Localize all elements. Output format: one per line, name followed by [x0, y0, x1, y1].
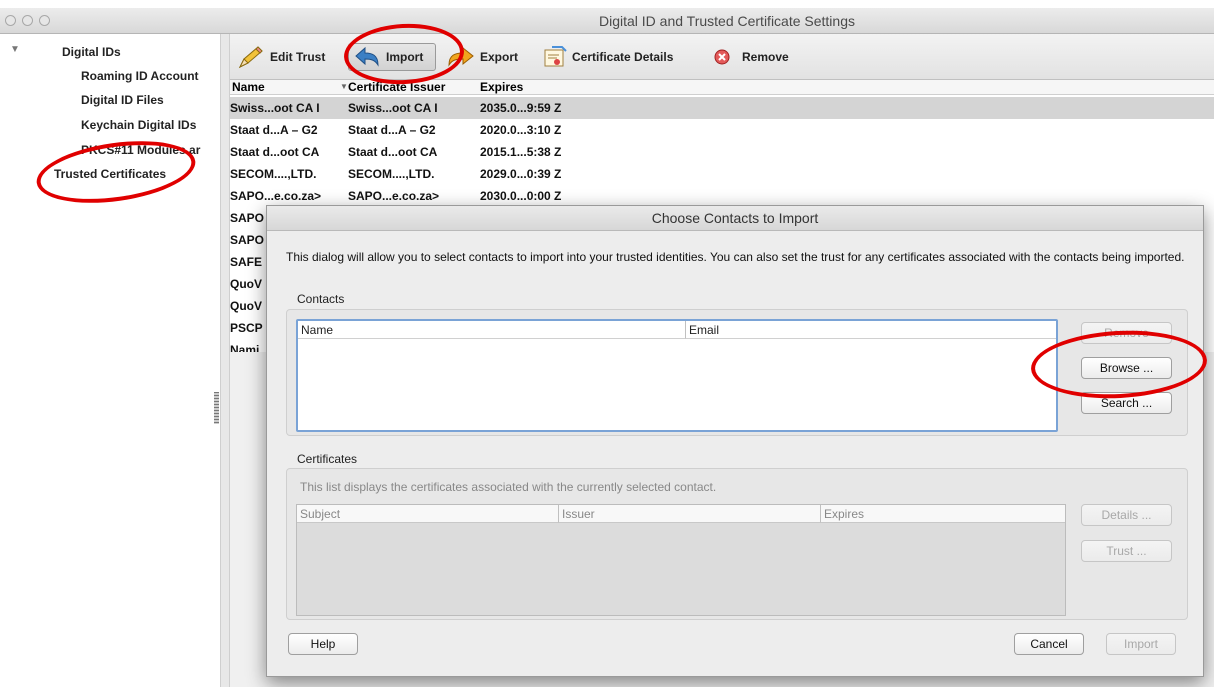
certificate-icon [544, 46, 567, 67]
remove-x-icon [714, 49, 730, 65]
contacts-table[interactable]: Name Email [296, 319, 1058, 432]
certificate-details-label: Certificate Details [572, 50, 674, 64]
disclosure-triangle-icon[interactable]: ▼ [10, 44, 20, 55]
import-button[interactable]: Import [354, 44, 423, 70]
export-button[interactable]: Export [446, 44, 518, 70]
sidebar-item-keychain-digital-ids[interactable]: Keychain Digital IDs [81, 118, 196, 132]
column-header-expires[interactable]: Expires [480, 80, 523, 94]
trust-button[interactable]: Trust ... [1081, 540, 1172, 562]
cancel-button[interactable]: Cancel [1014, 633, 1084, 655]
import-arrow-icon [355, 46, 379, 67]
table-row[interactable]: Staat d...A – G2 Staat d...A – G2 2020.0… [230, 119, 1214, 141]
contacts-remove-button[interactable]: Remove [1081, 322, 1172, 344]
export-label: Export [480, 50, 519, 64]
help-button[interactable]: Help [288, 633, 358, 655]
sidebar-item-trusted-certificates[interactable]: Trusted Certificates [54, 167, 166, 181]
contacts-column-email[interactable]: Email [686, 321, 1056, 339]
remove-label: Remove [742, 50, 789, 64]
splitter-grip-icon[interactable] [214, 392, 219, 424]
edit-trust-button[interactable]: Edit Trust [236, 44, 325, 70]
toolbar: Edit Trust Import Export Certificate Det… [230, 34, 1214, 80]
table-row[interactable]: Staat d...oot CA Staat d...oot CA 2015.1… [230, 141, 1214, 163]
dialog-title: Choose Contacts to Import [267, 206, 1203, 231]
certificates-description: This list displays the certificates asso… [300, 480, 717, 494]
certificates-column-subject[interactable]: Subject [297, 505, 559, 523]
import-label: Import [386, 50, 424, 64]
cert-list-header: Name ▼ Certificate Issuer Expires [230, 80, 1214, 95]
dialog-description: This dialog will allow you to select con… [286, 250, 1185, 264]
contacts-group: Name Email Remove Browse ... Search ... [286, 309, 1188, 436]
sidebar-item-pkcs11-modules[interactable]: PKCS#11 Modules ar [81, 143, 219, 157]
window-title: Digital ID and Trusted Certificate Setti… [598, 13, 855, 29]
import-dialog-button[interactable]: Import [1106, 633, 1176, 655]
table-row[interactable]: SAPO...e.co.za> SAPO...e.co.za> 2030.0..… [230, 185, 1214, 207]
pencil-icon [238, 46, 263, 69]
window-titlebar: Digital ID and Trusted Certificate Setti… [0, 8, 1214, 34]
contacts-group-label: Contacts [297, 292, 345, 306]
sidebar-item-digital-id-files[interactable]: Digital ID Files [81, 93, 164, 107]
remove-button[interactable]: Remove [712, 44, 789, 70]
sidebar-item-roaming-id-account[interactable]: Roaming ID Account [81, 69, 199, 83]
choose-contacts-dialog: Choose Contacts to Import This dialog wi… [266, 205, 1204, 677]
column-header-issuer[interactable]: Certificate Issuer [348, 80, 445, 94]
sidebar: ▼ Digital IDs Roaming ID Account Digital… [0, 34, 224, 687]
certificates-group: This list displays the certificates asso… [286, 468, 1188, 620]
details-button[interactable]: Details ... [1081, 504, 1172, 526]
certificates-column-issuer[interactable]: Issuer [559, 505, 821, 523]
browse-button[interactable]: Browse ... [1081, 357, 1172, 379]
export-arrow-icon [448, 46, 474, 67]
certificates-column-expires[interactable]: Expires [821, 505, 1065, 523]
certificate-details-button[interactable]: Certificate Details [542, 44, 673, 70]
table-row[interactable]: Swiss...oot CA I Swiss...oot CA I 2035.0… [230, 97, 1214, 119]
sidebar-item-digital-ids[interactable]: Digital IDs [62, 45, 121, 59]
table-row[interactable]: SECOM....,LTD. SECOM....,LTD. 2029.0...0… [230, 163, 1214, 185]
column-header-name[interactable]: Name [232, 80, 265, 94]
sort-arrow-icon: ▼ [340, 82, 348, 91]
sidebar-splitter[interactable] [220, 34, 230, 687]
certificates-group-label: Certificates [297, 452, 358, 466]
contacts-column-name[interactable]: Name [298, 321, 686, 339]
certificates-table[interactable]: Subject Issuer Expires [296, 504, 1066, 616]
edit-trust-label: Edit Trust [270, 50, 326, 64]
search-button[interactable]: Search ... [1081, 392, 1172, 414]
